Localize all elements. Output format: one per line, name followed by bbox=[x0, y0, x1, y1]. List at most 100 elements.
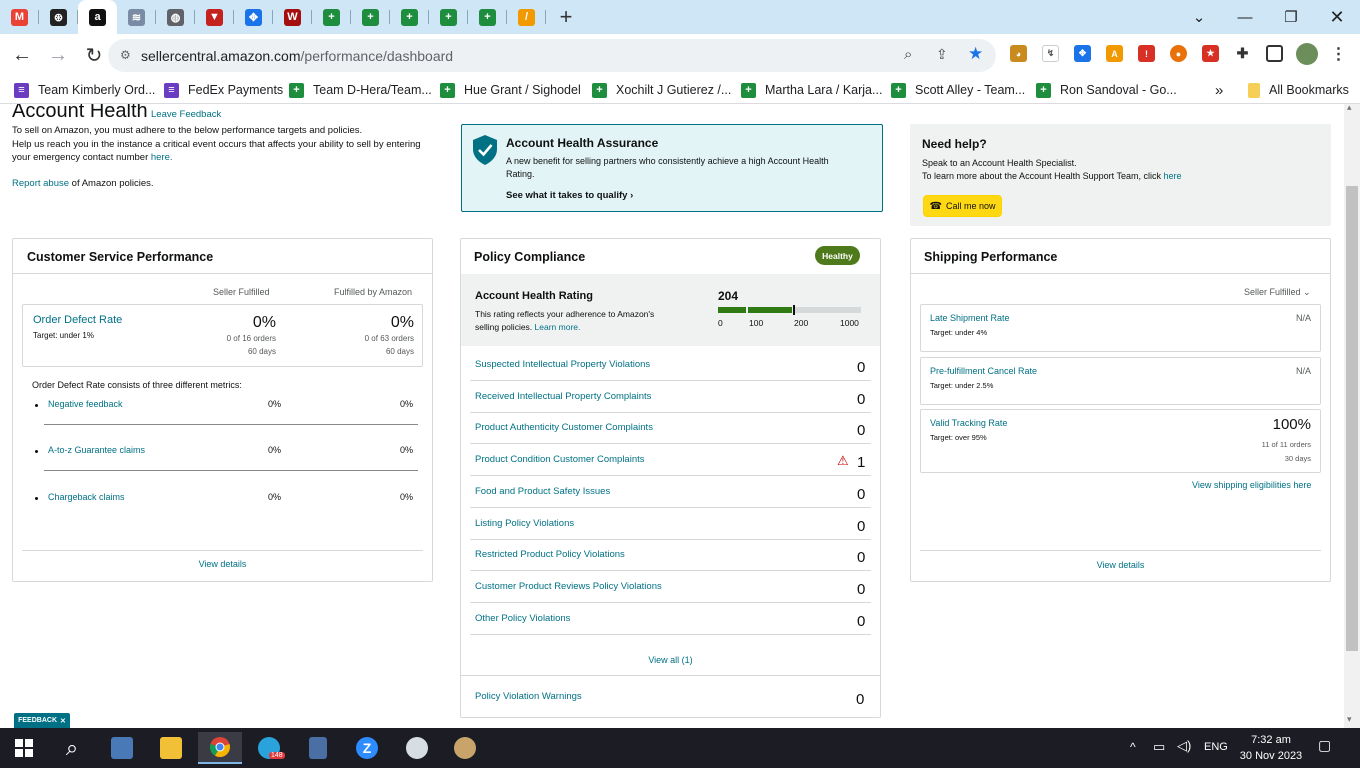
forward-button[interactable]: → bbox=[42, 40, 74, 72]
shipping-metric-link[interactable]: Late Shipment Rate bbox=[930, 313, 1010, 323]
new-tab-button[interactable]: + bbox=[546, 0, 586, 34]
browser-tab[interactable]: ▼ bbox=[195, 0, 234, 34]
tab-search-chevron-icon[interactable]: ⌄ bbox=[1176, 0, 1222, 34]
ahr-learn-more-link[interactable]: Learn more. bbox=[535, 322, 581, 332]
bookmark-item[interactable]: + Team D-Hera/Team... bbox=[289, 81, 432, 99]
back-button[interactable]: ← bbox=[6, 40, 38, 72]
cs-view-details-link[interactable]: View details bbox=[13, 559, 432, 569]
windows-start-icon[interactable] bbox=[2, 732, 46, 764]
close-window-button[interactable]: ✕ bbox=[1314, 0, 1360, 34]
paint-palette-icon[interactable] bbox=[443, 732, 487, 764]
extension-cat-icon[interactable]: ◕ bbox=[1010, 45, 1027, 62]
paint-tool-icon[interactable] bbox=[395, 732, 439, 764]
odr-metric-link[interactable]: Negative feedback bbox=[48, 399, 123, 409]
browser-tab[interactable]: + bbox=[390, 0, 429, 34]
search-icon[interactable]: ⌕ bbox=[50, 732, 94, 764]
site-info-icon[interactable]: ⚙ bbox=[120, 48, 131, 62]
file-explorer-icon[interactable] bbox=[149, 732, 193, 764]
shipping-eligibility-link[interactable]: View shipping eligibilities here bbox=[1192, 480, 1311, 490]
support-team-link[interactable]: here bbox=[1163, 171, 1181, 181]
calculator-icon[interactable] bbox=[296, 732, 340, 764]
browser-tab[interactable]: ⊛ bbox=[39, 0, 78, 34]
shipping-metric-link[interactable]: Valid Tracking Rate bbox=[930, 418, 1007, 428]
bookmark-item[interactable]: + Xochilt J Gutierez /... bbox=[592, 81, 731, 99]
clock[interactable]: 7:32 am 30 Nov 2023 bbox=[1238, 732, 1304, 764]
all-bookmarks-button[interactable]: All Bookmarks bbox=[1248, 81, 1349, 99]
browser-tab[interactable]: ✥ bbox=[234, 0, 273, 34]
browser-tab[interactable]: a bbox=[78, 0, 117, 34]
qualify-link[interactable]: See what it takes to qualify › bbox=[506, 190, 633, 201]
policy-warnings-link[interactable]: Policy Violation Warnings bbox=[475, 691, 582, 702]
scroll-down-arrow-icon[interactable]: ▾ bbox=[1347, 714, 1352, 725]
extension-login-icon[interactable]: ↯ bbox=[1042, 45, 1059, 62]
policy-row-link[interactable]: Restricted Product Policy Violations bbox=[475, 549, 625, 560]
call-me-now-button[interactable]: ☎ Call me now bbox=[923, 195, 1002, 217]
policy-row-link[interactable]: Customer Product Reviews Policy Violatio… bbox=[475, 581, 662, 592]
fulfillment-filter-dropdown[interactable]: Seller Fulfilled ⌄ bbox=[1244, 287, 1311, 298]
telegram-icon[interactable]: 148 bbox=[247, 732, 291, 764]
chrome-taskbar-icon[interactable] bbox=[198, 732, 242, 764]
policy-row-link[interactable]: Suspected Intellectual Property Violatio… bbox=[475, 359, 650, 370]
extension-orb-icon[interactable]: ● bbox=[1170, 45, 1187, 62]
policy-row-link[interactable]: Food and Product Safety Issues bbox=[475, 486, 610, 497]
browser-tab[interactable]: ≋ bbox=[117, 0, 156, 34]
policy-row-link[interactable]: Product Condition Customer Complaints bbox=[475, 454, 645, 465]
scroll-up-arrow-icon[interactable]: ▴ bbox=[1347, 102, 1352, 113]
share-icon[interactable]: ⇪ bbox=[936, 46, 948, 63]
bookmarks-overflow-button[interactable]: » bbox=[1215, 81, 1223, 99]
tray-chevron-up-icon[interactable]: ^ bbox=[1130, 740, 1136, 754]
extension-wheel-icon[interactable]: ✥ bbox=[1074, 45, 1091, 62]
address-bar[interactable]: ⚙ sellercentral.amazon.com/performance/d… bbox=[108, 39, 996, 72]
restore-button[interactable]: ❐ bbox=[1268, 0, 1314, 34]
minimize-button[interactable]: — bbox=[1222, 0, 1268, 34]
feedback-tab-button[interactable]: FEEDBACK ✕ bbox=[14, 713, 70, 728]
extensions-puzzle-icon[interactable]: ✚ bbox=[1234, 45, 1251, 62]
bookmark-item[interactable]: + Martha Lara / Karja... bbox=[741, 81, 882, 99]
emergency-contact-link[interactable]: here. bbox=[151, 152, 173, 163]
profile-avatar[interactable] bbox=[1296, 43, 1318, 65]
browser-menu-icon[interactable]: ⋮ bbox=[1330, 45, 1347, 63]
browser-tab[interactable]: ◍ bbox=[156, 0, 195, 34]
desktop-app-icon[interactable] bbox=[100, 732, 144, 764]
browser-tab[interactable]: + bbox=[351, 0, 390, 34]
extension-scout-icon[interactable]: A bbox=[1106, 45, 1123, 62]
close-icon[interactable]: ✕ bbox=[60, 717, 66, 725]
notifications-icon[interactable]: ▢ bbox=[1318, 737, 1331, 754]
policy-row-link[interactable]: Listing Policy Violations bbox=[475, 518, 574, 529]
bookmark-item[interactable]: + Ron Sandoval - Go... bbox=[1036, 81, 1177, 99]
assurance-card: Account Health Assurance A new benefit f… bbox=[461, 124, 883, 212]
extension-alert-icon[interactable]: ! bbox=[1138, 45, 1155, 62]
report-abuse-link[interactable]: Report abuse bbox=[12, 178, 69, 189]
policy-row-link[interactable]: Received Intellectual Property Complaint… bbox=[475, 391, 651, 402]
bookmark-item[interactable]: + Scott Alley - Team... bbox=[891, 81, 1025, 99]
odr-metric-link[interactable]: A-to-z Guarantee claims bbox=[48, 445, 145, 455]
extension-star-icon[interactable]: ★ bbox=[1202, 45, 1219, 62]
page-scrollbar[interactable]: ▴ ▾ bbox=[1344, 102, 1360, 728]
policy-row-link[interactable]: Other Policy Violations bbox=[475, 613, 570, 624]
side-panel-icon[interactable] bbox=[1266, 45, 1283, 62]
volume-icon[interactable]: ◁) bbox=[1177, 738, 1191, 754]
bookmark-item[interactable]: ≡ FedEx Payments bbox=[164, 81, 283, 99]
order-defect-rate-link[interactable]: Order Defect Rate bbox=[33, 314, 122, 326]
browser-tab[interactable]: + bbox=[429, 0, 468, 34]
leave-feedback-link[interactable]: Leave Feedback bbox=[151, 109, 221, 120]
reload-button[interactable]: ↻ bbox=[78, 40, 110, 72]
policy-view-all-link[interactable]: View all (1) bbox=[461, 655, 880, 665]
shipping-metric-link[interactable]: Pre-fulfillment Cancel Rate bbox=[930, 366, 1037, 376]
browser-tab[interactable]: + bbox=[312, 0, 351, 34]
browser-tab[interactable]: + bbox=[468, 0, 507, 34]
zoom-app-icon[interactable]: Z bbox=[345, 732, 389, 764]
bookmark-star-icon[interactable]: ★ bbox=[968, 44, 983, 64]
network-icon[interactable]: ▭ bbox=[1153, 739, 1165, 755]
browser-tab[interactable]: / bbox=[507, 0, 546, 34]
shipping-view-details-link[interactable]: View details bbox=[911, 560, 1330, 570]
scrollbar-thumb[interactable] bbox=[1346, 186, 1358, 651]
bookmark-item[interactable]: ≡ Team Kimberly Ord... bbox=[14, 81, 155, 99]
odr-metric-link[interactable]: Chargeback claims bbox=[48, 492, 125, 502]
browser-tab[interactable]: W bbox=[273, 0, 312, 34]
language-indicator[interactable]: ENG bbox=[1204, 741, 1228, 753]
bookmark-item[interactable]: + Hue Grant / Sighodel bbox=[440, 81, 581, 99]
policy-row-link[interactable]: Product Authenticity Customer Complaints bbox=[475, 422, 653, 433]
zoom-search-icon[interactable]: ⌕ bbox=[904, 46, 912, 63]
browser-tab[interactable]: M bbox=[0, 0, 39, 34]
